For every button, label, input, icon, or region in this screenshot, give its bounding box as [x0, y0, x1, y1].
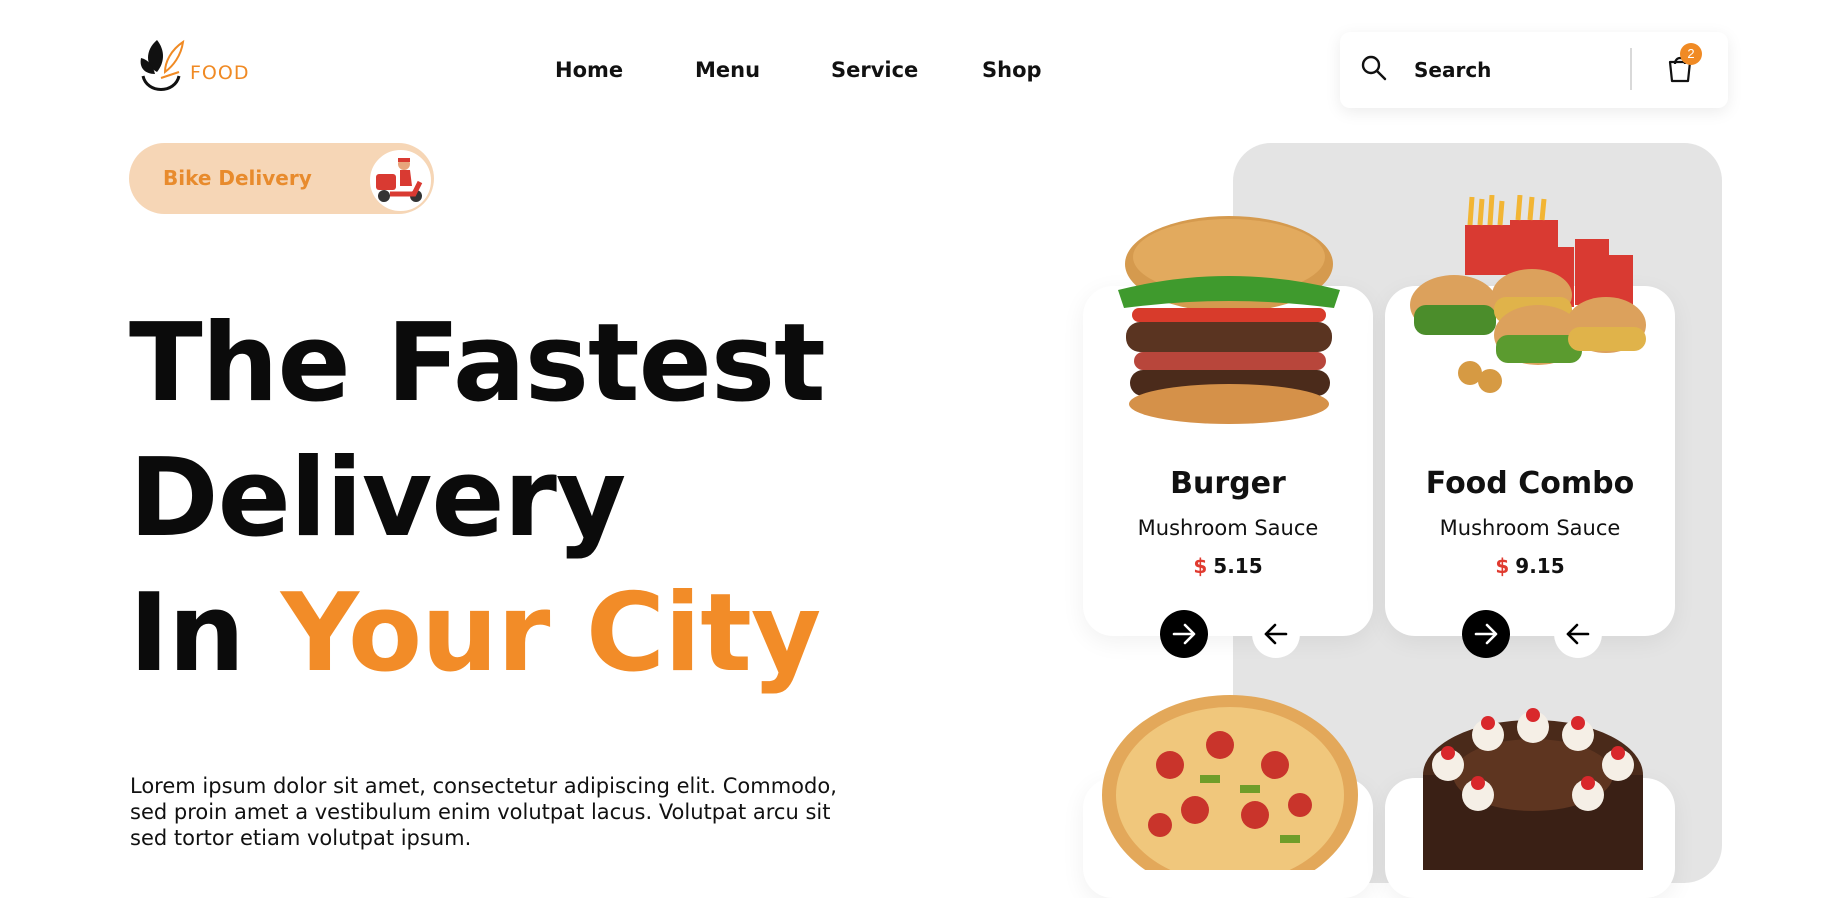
- hero-line-1: The Fastest: [129, 301, 826, 426]
- nav-shop[interactable]: Shop: [982, 58, 1042, 82]
- delivery-scooter-avatar: [368, 148, 433, 213]
- burger-image: [1118, 216, 1340, 424]
- product-name: Burger: [1170, 466, 1286, 501]
- search-divider: [1630, 48, 1632, 90]
- pizza-image: [1102, 695, 1358, 870]
- nav-service[interactable]: Service: [831, 58, 918, 82]
- search-input[interactable]: [1412, 54, 1616, 86]
- card-next-button[interactable]: [1462, 610, 1510, 658]
- hero-description: Lorem ipsum dolor sit amet, consectetur …: [130, 774, 837, 850]
- nav-menu[interactable]: Menu: [695, 58, 760, 82]
- brand-logo[interactable]: FOOD: [135, 32, 255, 102]
- hero-line-2: Delivery: [129, 436, 626, 561]
- scooter-rider-icon: [376, 158, 423, 202]
- price-value: 5.15: [1213, 554, 1263, 578]
- bike-delivery-badge: Bike Delivery: [129, 143, 434, 214]
- product-name: Food Combo: [1425, 466, 1635, 501]
- card-prev-button[interactable]: [1554, 610, 1602, 658]
- arrow-right-icon: [1474, 623, 1498, 645]
- product-subtitle: Mushroom Sauce: [1439, 516, 1621, 540]
- product-subtitle: Mushroom Sauce: [1137, 516, 1319, 540]
- search-icon[interactable]: [1360, 54, 1388, 82]
- nav-home[interactable]: Home: [555, 58, 623, 82]
- hero-line-3-accent: Your City: [280, 571, 822, 696]
- card-prev-button[interactable]: [1252, 610, 1300, 658]
- brand-logo-text: FOOD: [190, 62, 250, 84]
- product-price: $9.15: [1385, 554, 1675, 578]
- bike-delivery-label: Bike Delivery: [163, 166, 312, 190]
- arrow-left-icon: [1264, 623, 1288, 645]
- card-next-button[interactable]: [1160, 610, 1208, 658]
- price-currency: $: [1495, 554, 1510, 578]
- arrow-left-icon: [1566, 623, 1590, 645]
- leaf-bowl-icon: [140, 39, 185, 91]
- price-value: 9.15: [1515, 554, 1565, 578]
- search-bar: 2: [1340, 32, 1728, 108]
- hero-line-3: In Your City: [129, 580, 821, 688]
- cart-count-badge: 2: [1680, 43, 1702, 65]
- hero-line-3-prefix: In: [129, 571, 245, 696]
- food-combo-image: [1410, 195, 1646, 393]
- product-price: $5.15: [1083, 554, 1373, 578]
- arrow-right-icon: [1172, 623, 1196, 645]
- cake-image: [1423, 708, 1643, 870]
- price-currency: $: [1193, 554, 1208, 578]
